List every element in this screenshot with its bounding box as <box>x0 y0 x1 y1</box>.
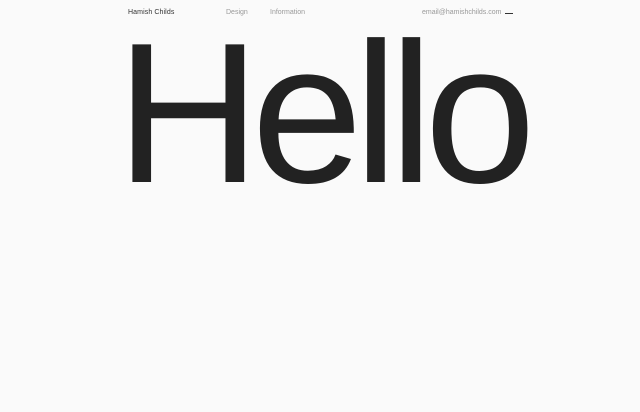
hero-heading: Hello <box>116 2 536 225</box>
